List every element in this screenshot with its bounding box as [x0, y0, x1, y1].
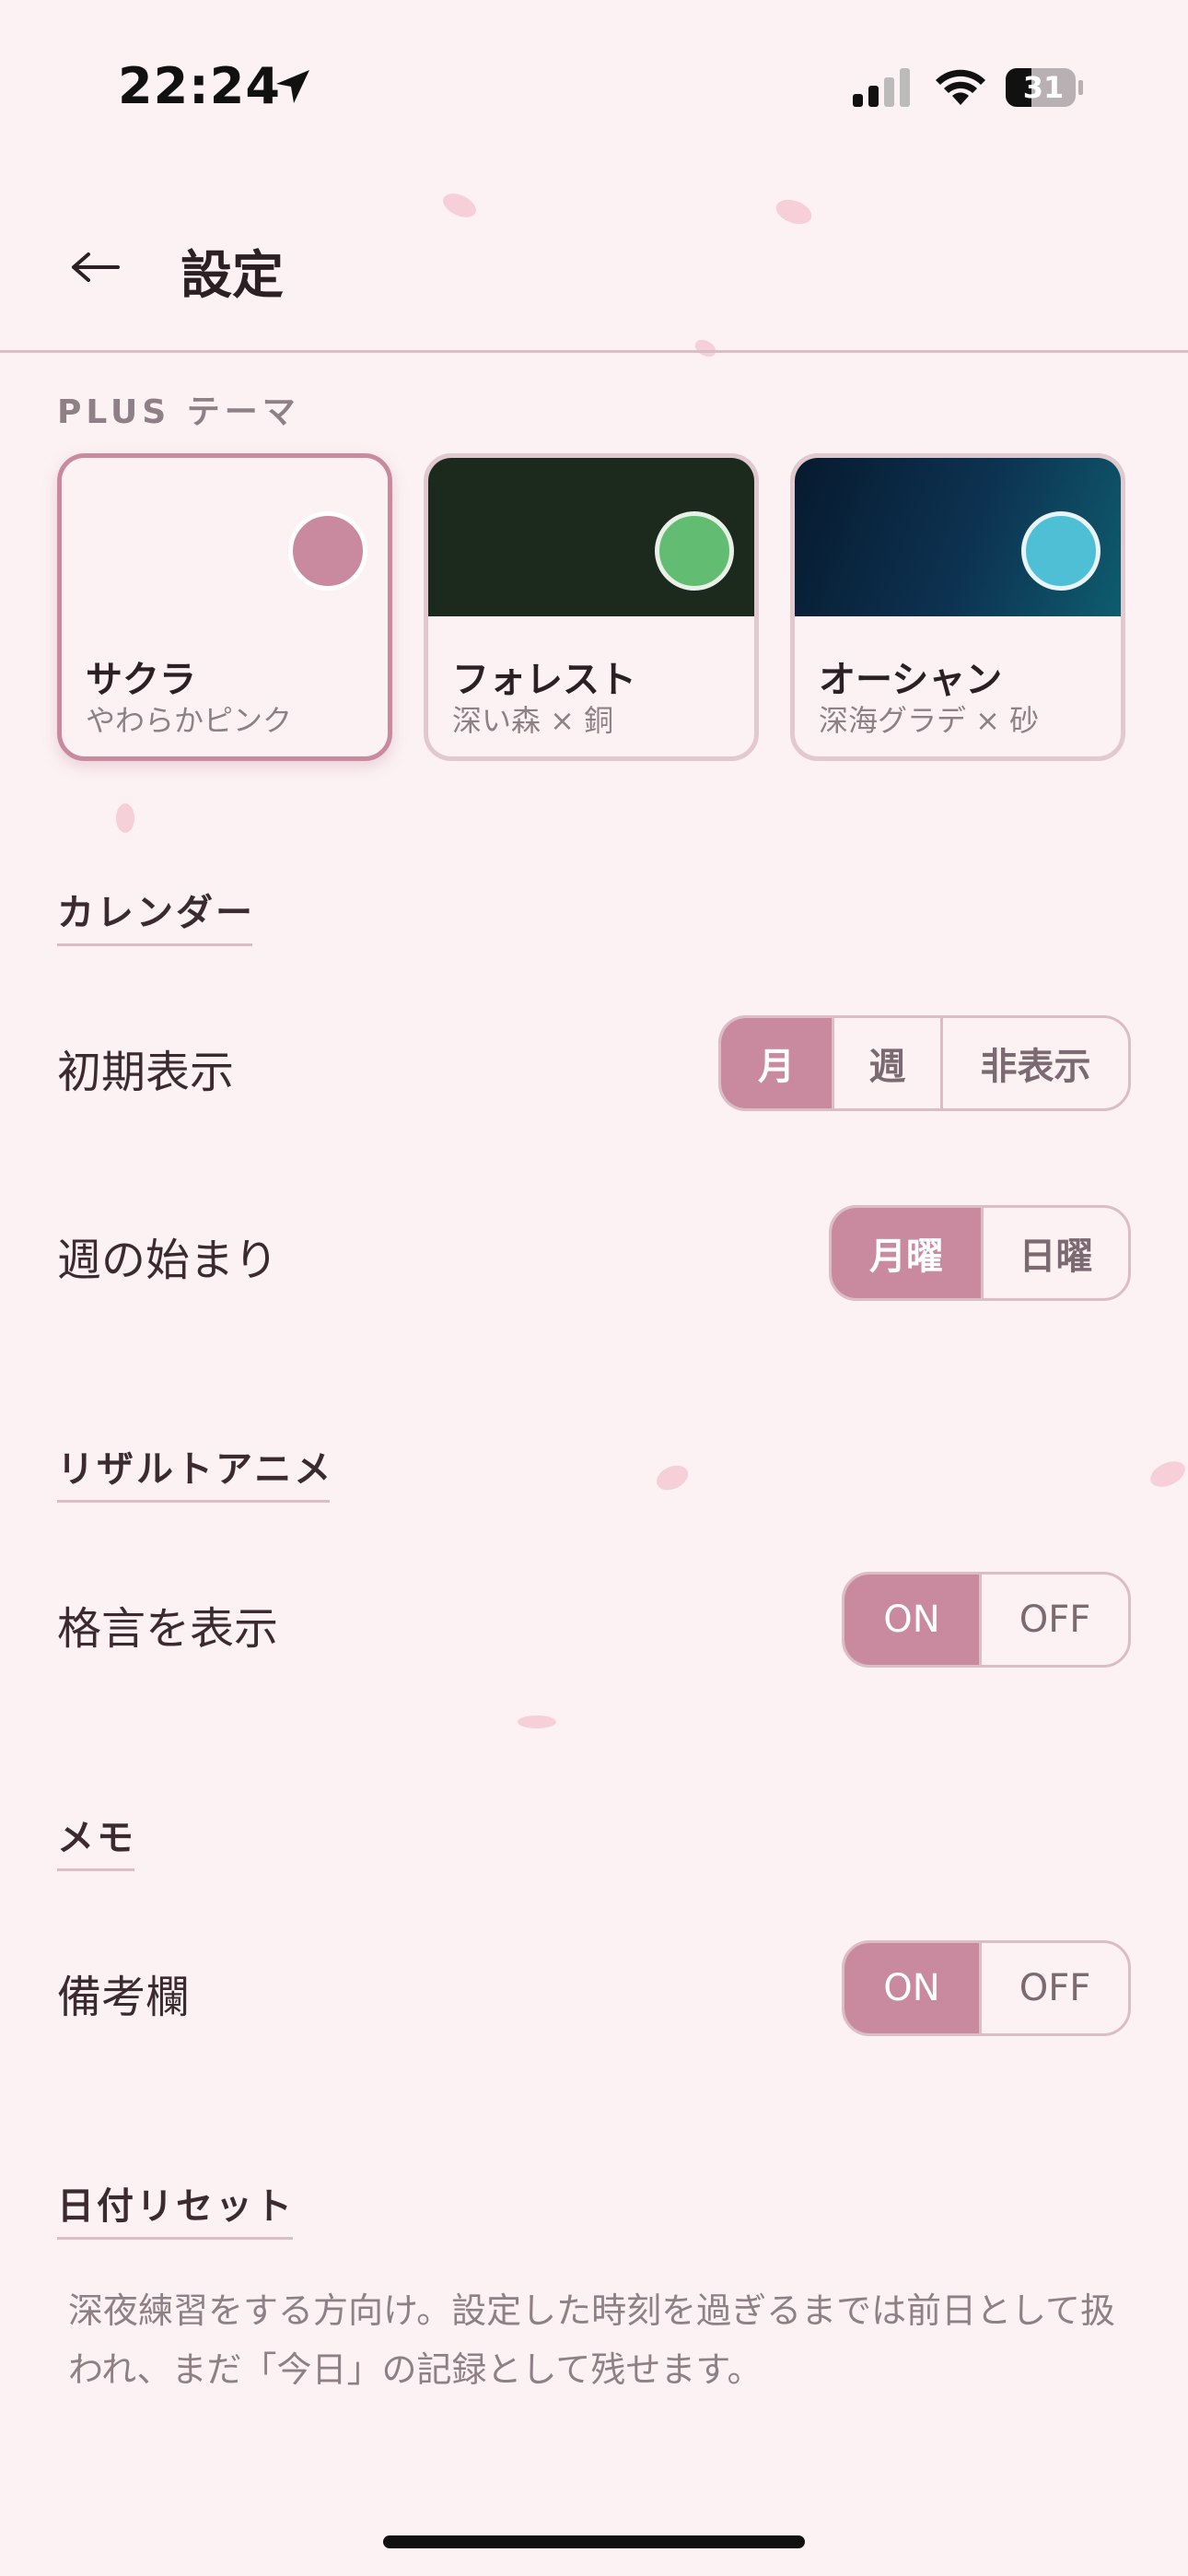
wifi-icon — [932, 64, 989, 109]
section-memo-label: メモ — [57, 1817, 136, 1859]
show-quote-on-option[interactable]: ON — [844, 1575, 979, 1665]
back-button[interactable] — [59, 230, 133, 304]
theme-subtitle: やわらかピンク — [86, 703, 293, 738]
section-calendar-label: カレンダー — [57, 892, 255, 934]
theme-name: オーシャン — [819, 659, 1003, 701]
petal-decoration — [652, 1460, 693, 1495]
week-start-segmented: 月曜 日曜 — [829, 1205, 1131, 1301]
week-start-sunday-option[interactable]: 日曜 — [981, 1208, 1128, 1298]
section-underline — [57, 1500, 330, 1503]
initial-view-month-option[interactable]: 月 — [721, 1018, 832, 1108]
show-quote-off-option[interactable]: OFF — [979, 1575, 1128, 1665]
petal-decoration — [1146, 1456, 1188, 1493]
home-indicator[interactable] — [383, 2535, 805, 2548]
week-start-monday-option[interactable]: 月曜 — [832, 1208, 981, 1298]
initial-view-segmented: 月 週 非表示 — [718, 1015, 1131, 1111]
theme-subtitle: 深い森 × 銅 — [452, 703, 614, 738]
cellular-signal-icon — [851, 66, 914, 109]
section-underline — [57, 2237, 293, 2240]
section-underline — [57, 1868, 134, 1871]
show-quote-toggle: ON OFF — [842, 1572, 1131, 1668]
section-underline — [57, 943, 252, 946]
week-start-label: 週の始まり — [57, 1235, 279, 1286]
theme-name: サクラ — [86, 659, 196, 701]
initial-view-label: 初期表示 — [57, 1047, 235, 1098]
notes-field-on-option[interactable]: ON — [844, 1943, 979, 2033]
theme-swatch — [288, 511, 367, 591]
initial-view-week-option[interactable]: 週 — [832, 1018, 940, 1108]
petal-decoration — [439, 189, 480, 222]
petal-decoration — [692, 336, 719, 360]
section-date-reset-label: 日付リセット — [57, 2185, 295, 2228]
plus-theme-label: PLUS テーマ — [57, 393, 300, 431]
theme-subtitle: 深海グラデ × 砂 — [819, 703, 1040, 738]
section-result-anime-label: リザルトアニメ — [57, 1448, 334, 1491]
show-quote-label: 格言を表示 — [57, 1603, 279, 1655]
notes-field-toggle: ON OFF — [842, 1940, 1131, 2036]
status-time: 22:24 — [118, 57, 281, 115]
header-divider — [0, 350, 1188, 353]
battery-level: 31 — [1022, 70, 1065, 105]
initial-view-hidden-option[interactable]: 非表示 — [940, 1018, 1128, 1108]
theme-card-forest[interactable]: フォレスト 深い森 × 銅 — [424, 453, 759, 761]
theme-card-sakura[interactable]: サクラ やわらかピンク — [57, 453, 392, 761]
petal-decoration — [116, 803, 134, 833]
notes-field-off-option[interactable]: OFF — [979, 1943, 1128, 2033]
petal-decoration — [518, 1715, 556, 1728]
notes-field-label: 備考欄 — [57, 1972, 191, 2023]
page-title: 設定 — [181, 246, 284, 306]
petal-decoration — [773, 194, 815, 229]
date-reset-description: 深夜練習をする方向け。設定した時刻を過ぎるまでは前日として扱われ、まだ「今日」の… — [68, 2290, 1115, 2390]
theme-swatch — [1021, 511, 1101, 591]
location-arrow-icon — [273, 66, 313, 107]
theme-name: フォレスト — [452, 659, 636, 701]
back-arrow-icon — [72, 252, 120, 282]
theme-swatch — [655, 511, 734, 591]
theme-card-ocean[interactable]: オーシャン 深海グラデ × 砂 — [790, 453, 1125, 761]
